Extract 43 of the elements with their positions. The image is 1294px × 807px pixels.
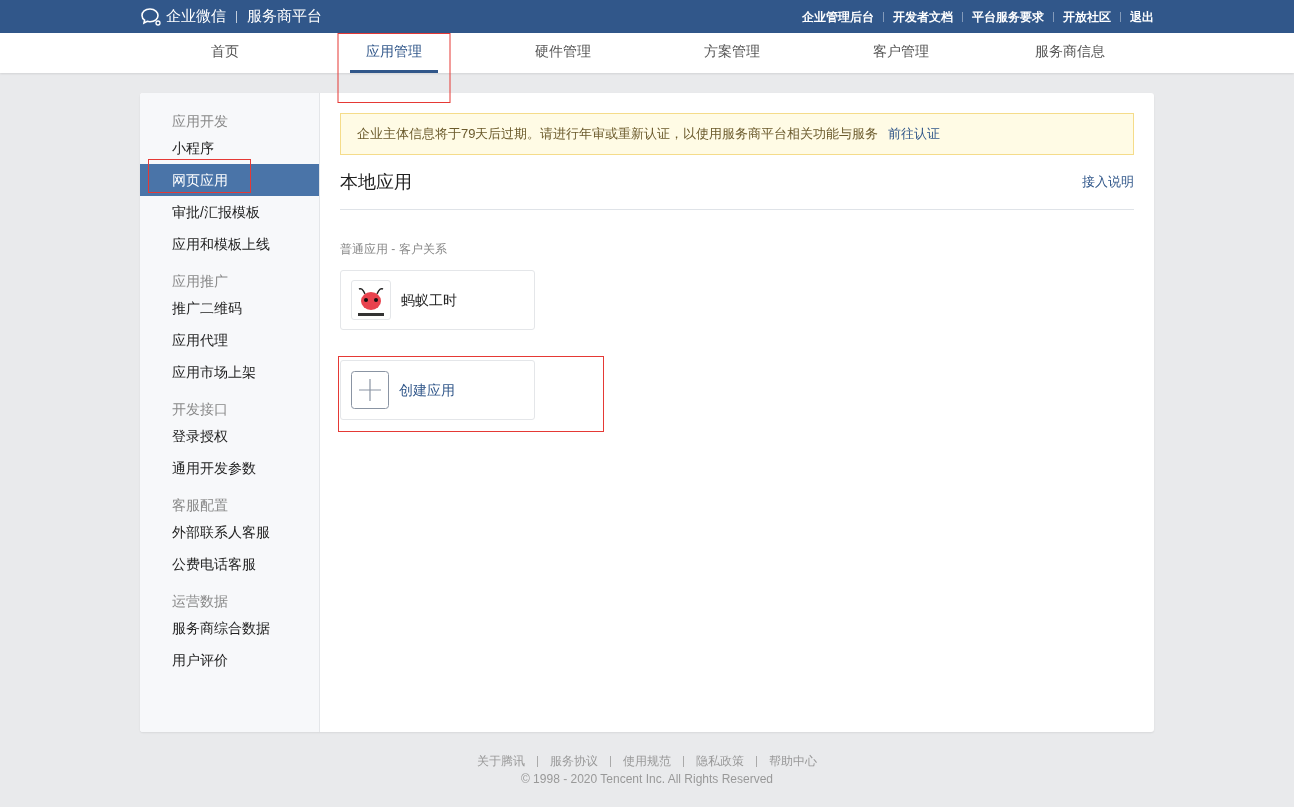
sidebar-item[interactable]: 应用和模板上线: [140, 228, 319, 260]
platform-name: 服务商平台: [247, 6, 322, 27]
sidebar-item[interactable]: 网页应用: [140, 164, 319, 196]
chat-bubble-icon: [140, 6, 162, 27]
sidebar-group-title: 开发接口: [171, 399, 229, 419]
help-link[interactable]: 接入说明: [1082, 172, 1134, 192]
sidebar-item[interactable]: 用户评价: [140, 644, 319, 676]
create-app-card[interactable]: 创建应用: [340, 360, 535, 420]
create-app-label: 创建应用: [399, 380, 455, 400]
category-label: 普通应用 - 客户关系: [340, 241, 448, 258]
sidebar-item[interactable]: 通用开发参数: [140, 452, 319, 484]
plus-icon: [351, 371, 389, 409]
sidebar-item[interactable]: 审批/汇报模板: [140, 196, 319, 228]
brand-name: 企业微信: [166, 6, 226, 27]
header-link[interactable]: 开发者文档: [893, 7, 953, 26]
header-link[interactable]: 平台服务要求: [972, 7, 1044, 26]
sidebar-group-title: 客服配置: [171, 495, 229, 515]
sidebar-item[interactable]: 公费电话客服: [140, 548, 319, 580]
sidebar-item[interactable]: 服务商综合数据: [140, 612, 319, 644]
header-link[interactable]: 退出: [1130, 7, 1154, 26]
header-link[interactable]: 开放社区: [1063, 7, 1111, 26]
section-title: 本地应用: [340, 170, 412, 194]
sidebar-item[interactable]: 小程序: [140, 132, 319, 164]
nav-tab[interactable]: 首页: [194, 33, 255, 73]
nav-tab[interactable]: 客户管理: [856, 33, 945, 73]
nav-tab[interactable]: 服务商信息: [1018, 33, 1121, 73]
app-card[interactable]: 蚂蚁工时: [340, 270, 535, 330]
nav-tab[interactable]: 应用管理: [349, 33, 438, 73]
sidebar-item[interactable]: 登录授权: [140, 420, 319, 452]
copyright-text: © 1998 - 2020 Tencent Inc. All Rights Reserved: [520, 771, 774, 788]
sidebar-group-title: 运营数据: [171, 591, 229, 611]
verify-link[interactable]: 前往认证: [888, 124, 941, 144]
sidebar-item[interactable]: 应用代理: [140, 324, 319, 356]
sidebar-item[interactable]: 应用市场上架: [140, 356, 319, 388]
sidebar-group-title: 应用推广: [171, 271, 229, 291]
sidebar-group-title: 应用开发: [171, 111, 229, 131]
sidebar-item[interactable]: 外部联系人客服: [140, 516, 319, 548]
nav-tab[interactable]: 硬件管理: [518, 33, 607, 73]
app-name: 蚂蚁工时: [401, 290, 457, 310]
header-link[interactable]: 企业管理后台: [802, 7, 874, 26]
sidebar-item[interactable]: 推广二维码: [140, 292, 319, 324]
notice-text: 企业主体信息将于79天后过期。请进行年审或重新认证，以使用服务商平台相关功能与服务: [357, 125, 879, 144]
nav-tab[interactable]: 方案管理: [687, 33, 776, 73]
